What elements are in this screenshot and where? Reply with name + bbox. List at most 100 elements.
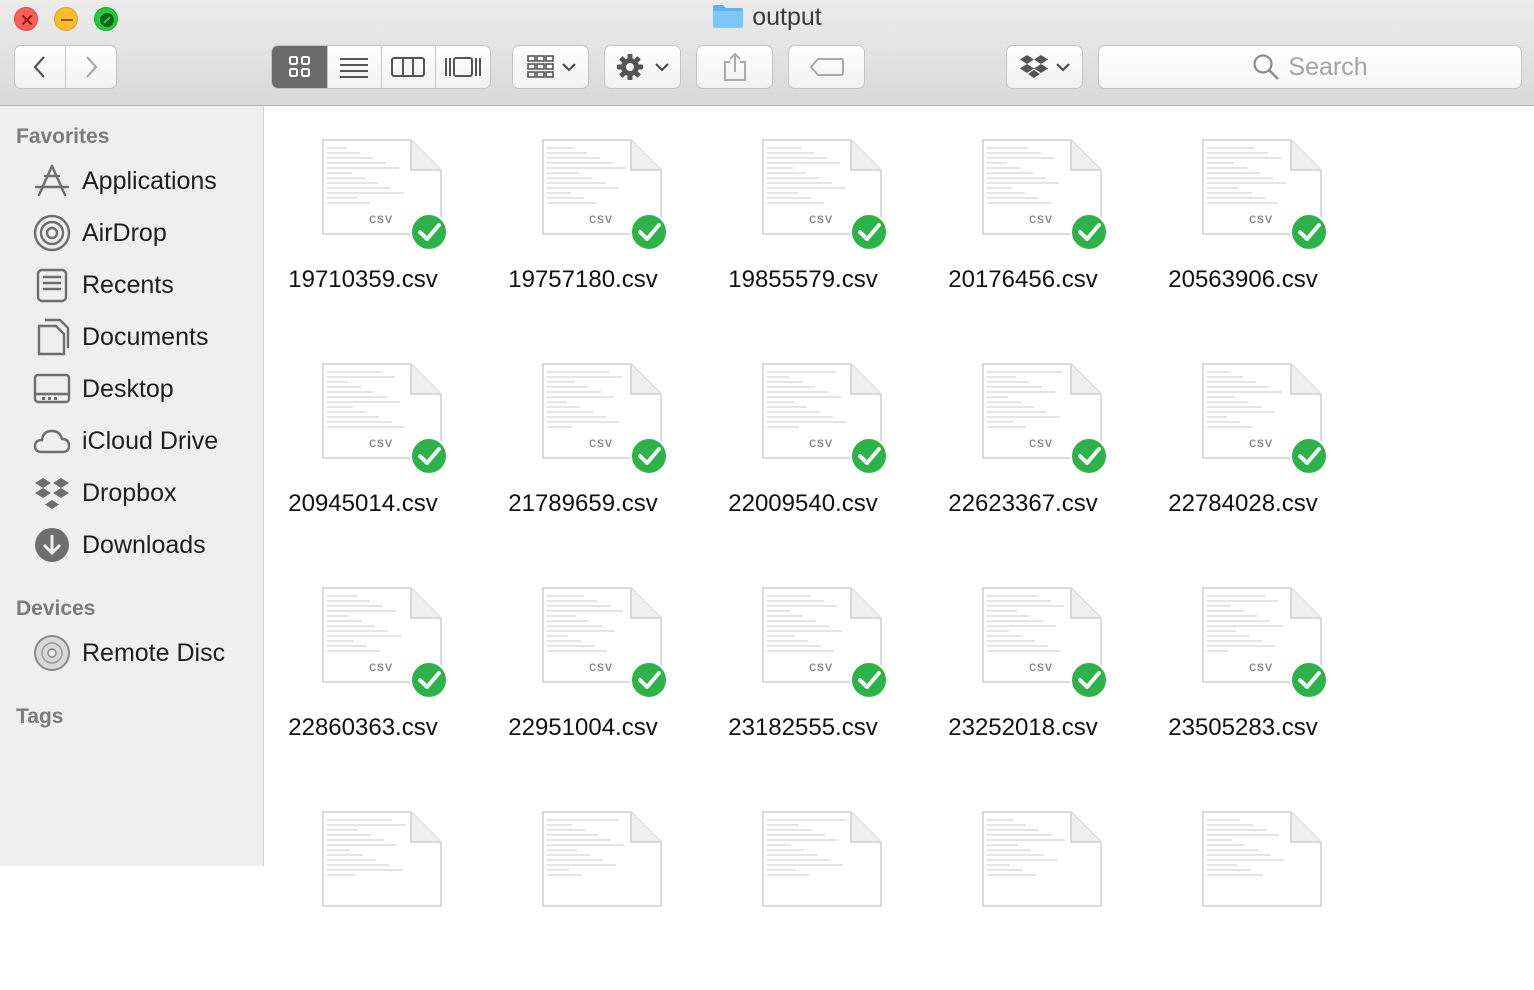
file-name: 23505283.csv [1168, 714, 1318, 741]
sync-status-check-icon [629, 212, 669, 252]
file-item[interactable]: csv 22009540.csv [703, 362, 903, 542]
search-icon [1253, 54, 1280, 80]
file-item[interactable] [483, 810, 683, 990]
file-item[interactable] [703, 810, 903, 990]
file-type-label: csv [1029, 210, 1053, 226]
sync-status-check-icon [409, 660, 449, 700]
list-view-icon [340, 58, 369, 78]
recents-icon [32, 265, 72, 305]
sidebar-item-label: Recents [82, 270, 174, 299]
file-item[interactable]: csv 23182555.csv [703, 586, 903, 766]
file-type-label: csv [1029, 658, 1053, 674]
sidebar-item-label: Documents [82, 322, 209, 351]
file-item[interactable]: csv 22784028.csv [1143, 362, 1343, 542]
sidebar-item-downloads[interactable]: Downloads [32, 525, 206, 565]
sidebar-item-label: Downloads [82, 530, 206, 559]
chevron-left-icon [33, 56, 45, 78]
file-name: 19710359.csv [288, 266, 438, 293]
sidebar-section-devices: Devices [16, 597, 96, 620]
file-item[interactable]: csv 20176456.csv [923, 138, 1123, 318]
sidebar-item-desktop[interactable]: Desktop [32, 369, 174, 409]
forward-button[interactable] [66, 46, 116, 88]
dropbox-icon [32, 473, 72, 513]
gallery-view-button[interactable] [436, 46, 490, 88]
gallery-view-icon [444, 57, 481, 77]
gear-icon [616, 54, 669, 80]
edit-tags-button[interactable] [788, 45, 865, 89]
folder-icon [712, 3, 744, 36]
file-item[interactable]: csv 19710359.csv [263, 138, 463, 318]
window-title: output [0, 3, 1534, 36]
list-view-button[interactable] [328, 46, 382, 88]
sidebar-item-label: Remote Disc [82, 638, 226, 667]
column-view-button[interactable] [382, 46, 436, 88]
sidebar-section-tags: Tags [16, 705, 64, 728]
sync-status-check-icon [849, 436, 889, 476]
file-type-label: csv [1249, 210, 1273, 226]
file-item[interactable]: csv 23505283.csv [1143, 586, 1343, 766]
file-item[interactable] [1143, 810, 1343, 990]
sidebar-item-dropbox[interactable]: Dropbox [32, 473, 177, 513]
file-name: 23252018.csv [948, 714, 1098, 741]
file-name: 21789659.csv [508, 490, 658, 517]
file-type-label: csv [1029, 434, 1053, 450]
sync-status-check-icon [409, 436, 449, 476]
sidebar-item-applications[interactable]: Applications [32, 161, 217, 201]
sync-status-check-icon [1289, 660, 1329, 700]
sidebar: Favorites Applications AirDrop Recents D… [0, 106, 264, 866]
sidebar-item-label: AirDrop [82, 218, 167, 247]
file-item[interactable] [263, 810, 463, 990]
file-name: 23182555.csv [728, 714, 878, 741]
file-item[interactable]: csv 19855579.csv [703, 138, 903, 318]
sidebar-section-favorites: Favorites [16, 125, 110, 148]
file-name: 22951004.csv [508, 714, 658, 741]
file-type-label: csv [809, 210, 833, 226]
sidebar-item-remote-disc[interactable]: Remote Disc [32, 633, 225, 673]
csv-document-icon [761, 810, 887, 927]
search-placeholder: Search [1288, 52, 1368, 81]
csv-document-icon [981, 810, 1107, 927]
file-item[interactable]: csv 23252018.csv [923, 586, 1123, 766]
file-item[interactable] [923, 810, 1123, 990]
share-button[interactable] [696, 45, 773, 89]
dropbox-icon [1019, 55, 1070, 78]
downloads-icon [32, 525, 72, 565]
sync-status-check-icon [849, 212, 889, 252]
window-title-text: output [752, 3, 822, 31]
file-item[interactable]: csv 19757180.csv [483, 138, 683, 318]
search-field[interactable]: Search [1098, 45, 1522, 89]
file-item[interactable]: csv 20563906.csv [1143, 138, 1343, 318]
icon-view-button[interactable] [272, 46, 329, 88]
icloud-icon [32, 421, 72, 461]
applications-icon [32, 161, 72, 201]
sidebar-item-documents[interactable]: Documents [32, 317, 208, 357]
file-item[interactable]: csv 22951004.csv [483, 586, 683, 766]
action-menu-button[interactable] [604, 45, 681, 89]
group-by-button[interactable] [512, 45, 589, 89]
view-mode-control [271, 45, 491, 89]
sidebar-item-airdrop[interactable]: AirDrop [32, 213, 167, 253]
file-type-label: csv [1249, 658, 1273, 674]
sync-status-check-icon [629, 660, 669, 700]
file-type-label: csv [589, 210, 613, 226]
file-type-label: csv [369, 210, 393, 226]
csv-document-icon [1201, 810, 1327, 927]
back-button[interactable] [15, 46, 66, 88]
file-name: 20176456.csv [948, 266, 1098, 293]
sync-status-check-icon [1069, 660, 1109, 700]
sync-status-check-icon [1289, 212, 1329, 252]
icon-view-icon [288, 56, 310, 77]
file-item[interactable]: csv 22860363.csv [263, 586, 463, 766]
file-item[interactable]: csv 22623367.csv [923, 362, 1123, 542]
dropbox-menu-button[interactable] [1006, 45, 1083, 89]
sidebar-item-label: iCloud Drive [82, 426, 219, 455]
sync-status-check-icon [1289, 436, 1329, 476]
sidebar-item-recents[interactable]: Recents [32, 265, 174, 305]
file-name: 20945014.csv [288, 490, 438, 517]
file-item[interactable]: csv 21789659.csv [483, 362, 683, 542]
file-item[interactable]: csv 20945014.csv [263, 362, 463, 542]
file-name: 22860363.csv [288, 714, 438, 741]
file-name: 20563906.csv [1168, 266, 1318, 293]
sidebar-item-icloud-drive[interactable]: iCloud Drive [32, 421, 218, 461]
documents-icon [32, 317, 72, 357]
